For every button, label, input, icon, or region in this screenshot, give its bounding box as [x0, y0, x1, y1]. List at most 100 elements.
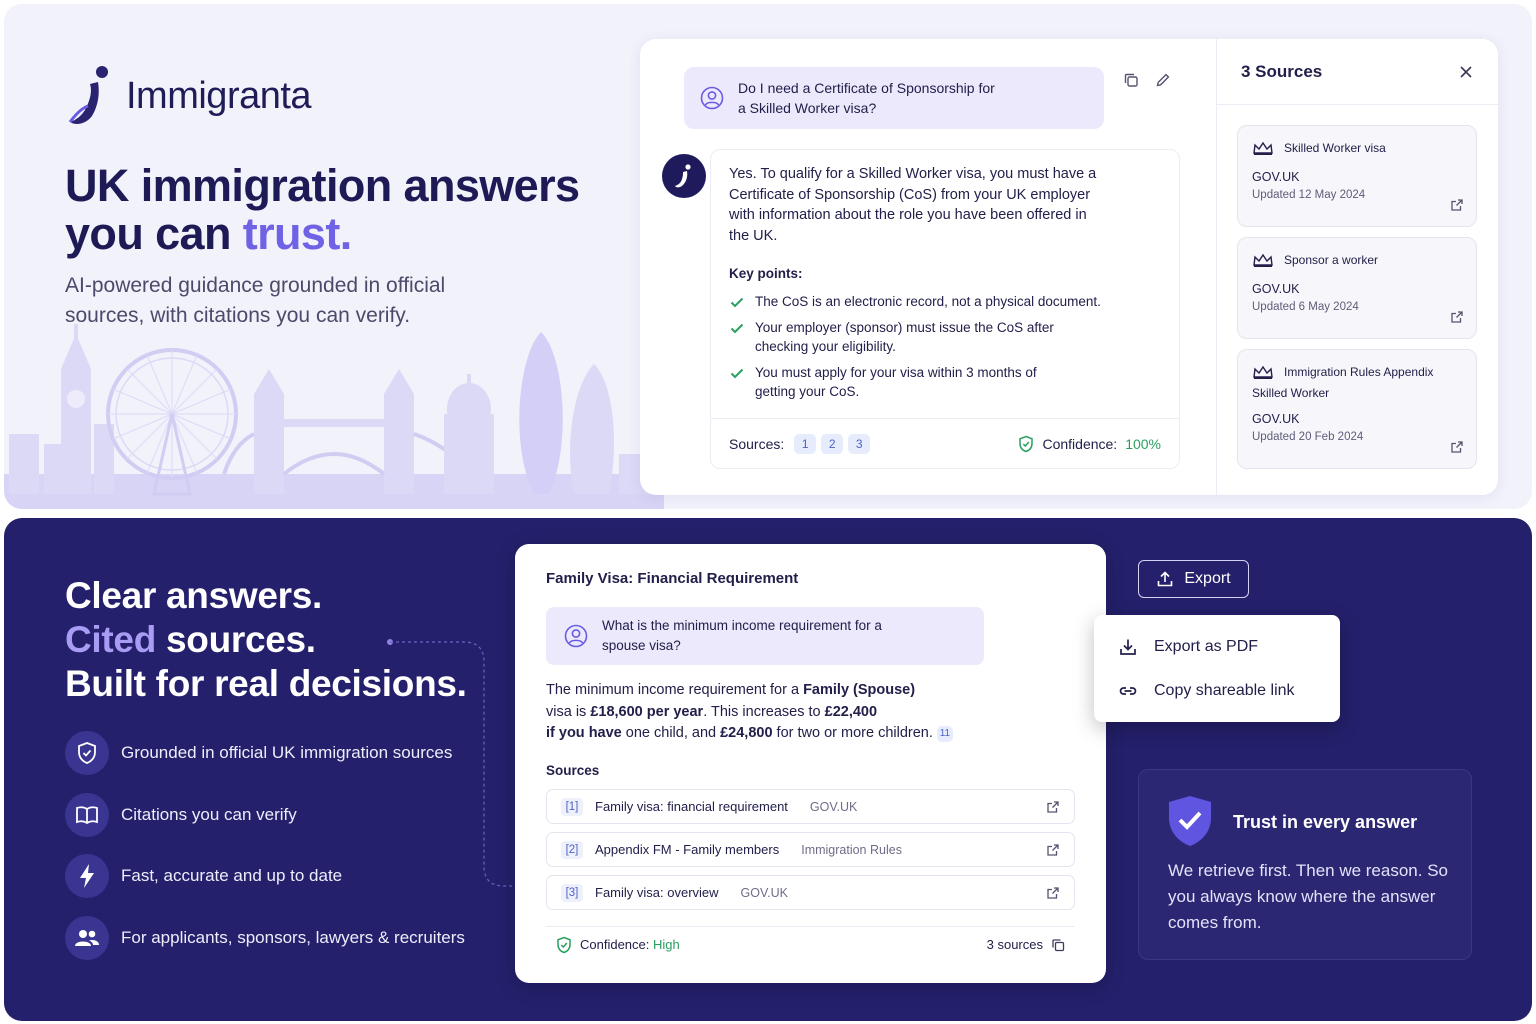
- shield-check-icon: [557, 936, 571, 953]
- source-card-org: GOV.UK: [1252, 170, 1300, 184]
- source-card-updated: Updated 6 May 2024: [1252, 301, 1359, 313]
- user-avatar-icon: [564, 624, 588, 648]
- question-actions: [1122, 71, 1172, 89]
- sources-panel-title: 3 Sources: [1241, 61, 1323, 81]
- features-title-accent: Cited: [65, 619, 157, 660]
- answer-bold: £24,800: [720, 725, 773, 741]
- feature-item: Citations you can verify: [65, 792, 465, 837]
- trust-text: We retrieve first. Then we reason. So yo…: [1168, 861, 1448, 932]
- external-link-icon[interactable]: [1450, 310, 1464, 324]
- feature-item: Grounded in official UK immigration sour…: [65, 731, 465, 775]
- close-icon[interactable]: [1458, 64, 1474, 80]
- feature-item: Fast, accurate and up to date: [65, 854, 465, 898]
- copy-icon: [1052, 938, 1065, 951]
- source-org: Immigration Rules: [801, 842, 902, 857]
- family-source-row-1[interactable]: [1] Family visa: financial requirement G…: [546, 789, 1075, 824]
- answer-bold: £22,400: [824, 703, 878, 720]
- key-point-item: Your employer (sponsor) must issue the C…: [729, 318, 1169, 357]
- export-pdf-menu-item[interactable]: Export as PDF: [1094, 625, 1340, 669]
- menu-item-label: Export as PDF: [1154, 638, 1259, 655]
- key-point-text: Your employer (sponsor) must issue the C…: [755, 319, 1054, 355]
- trust-card: Trust in every answer We retrieve first.…: [1138, 769, 1472, 960]
- shield-check-icon: [1169, 796, 1211, 846]
- feature-icon-wrap: [65, 854, 109, 898]
- feature-label: Citations you can verify: [121, 804, 297, 824]
- source-card-org: GOV.UK: [1252, 412, 1300, 426]
- external-link-icon[interactable]: [1450, 198, 1464, 212]
- feature-icon-wrap: [65, 915, 109, 960]
- source-card-1[interactable]: Skilled Worker visa GOV.UK Updated 12 Ma…: [1237, 125, 1477, 227]
- sources-count-label: 3 sources: [986, 937, 1043, 952]
- citation-chip[interactable]: 11: [936, 725, 953, 742]
- brand-logo-icon: [68, 66, 108, 124]
- source-card-title: Immigration Rules Appendix: [1284, 365, 1434, 379]
- copy-icon[interactable]: [1122, 71, 1140, 89]
- user-avatar-icon: [700, 86, 724, 110]
- download-icon: [1120, 639, 1136, 655]
- link-icon: [1119, 687, 1137, 695]
- answer-part: The minimum income requirement for a: [546, 682, 804, 698]
- external-link-icon[interactable]: [1046, 800, 1060, 814]
- family-card-footer: Confidence: High 3 sources: [546, 926, 1075, 962]
- family-question-text: What is the minimum income requirement f…: [602, 618, 882, 653]
- family-question-bubble: What is the minimum income requirement f…: [546, 607, 984, 665]
- external-link-icon[interactable]: [1450, 440, 1464, 454]
- copy-link-menu-item[interactable]: Copy shareable link: [1094, 669, 1340, 713]
- brand[interactable]: Immigranta: [66, 64, 312, 128]
- source-card-updated: Updated 12 May 2024: [1252, 189, 1366, 201]
- source-card-title-row: Skilled Worker visa: [1252, 140, 1462, 156]
- sources-panel: 3 Sources Skilled Worker visa GOV.UK Upd…: [1216, 39, 1498, 495]
- answer-bold: if you have: [546, 725, 622, 741]
- source-card-title-cont: Skilled Worker: [1252, 386, 1330, 400]
- family-visa-card: Family Visa: Financial Requirement What …: [515, 544, 1106, 983]
- source-card-2[interactable]: Sponsor a worker GOV.UK Updated 6 May 20…: [1237, 237, 1477, 339]
- source-chip-3[interactable]: 3: [848, 434, 871, 454]
- family-source-row-3[interactable]: [3] Family visa: overview GOV.UK: [546, 875, 1075, 910]
- assistant-logo-icon: [675, 164, 691, 188]
- export-button[interactable]: Export: [1138, 560, 1249, 598]
- source-chip-1[interactable]: 1: [794, 434, 817, 454]
- source-name: Appendix FM - Family members: [595, 842, 780, 857]
- source-card-title: Skilled Worker visa: [1284, 141, 1386, 155]
- crown-icon: [1253, 141, 1273, 155]
- key-point-item: The CoS is an electronic record, not a p…: [729, 292, 1169, 312]
- lightning-icon: [80, 864, 94, 888]
- family-card-title: Family Visa: Financial Requirement: [546, 570, 799, 587]
- external-link-icon[interactable]: [1046, 843, 1060, 857]
- book-icon: [76, 805, 98, 824]
- source-name: Family visa: overview: [595, 885, 719, 900]
- check-icon: [730, 297, 744, 308]
- user-question-text: Do I need a Certificate of Sponsorship f…: [738, 80, 995, 116]
- answer-bold: £18,600 per year: [590, 703, 704, 720]
- source-org: GOV.UK: [740, 885, 789, 900]
- key-point-text: The CoS is an electronic record, not a p…: [755, 294, 1101, 309]
- family-sources-label: Sources: [546, 763, 600, 778]
- source-card-title-row: Immigration Rules Appendix: [1252, 364, 1462, 380]
- london-skyline-illustration: [4, 324, 664, 509]
- external-link-icon[interactable]: [1046, 886, 1060, 900]
- source-name: Family visa: financial requirement: [595, 799, 788, 814]
- feature-label: Fast, accurate and up to date: [121, 866, 343, 885]
- shield-icon: [78, 742, 96, 764]
- crown-icon: [1253, 365, 1273, 379]
- source-card-updated: Updated 20 Feb 2024: [1252, 431, 1364, 443]
- source-chip-2[interactable]: 2: [821, 434, 844, 454]
- source-card-3[interactable]: Immigration Rules Appendix Skilled Worke…: [1237, 349, 1477, 469]
- sources-count[interactable]: 3 sources: [987, 937, 1065, 952]
- edit-icon[interactable]: [1154, 71, 1172, 89]
- confidence-value: 100%: [1125, 436, 1161, 452]
- feature-label: Grounded in official UK immigration sour…: [121, 743, 453, 762]
- brand-name: Immigranta: [126, 74, 312, 117]
- feature-icon-wrap: [65, 731, 109, 775]
- feature-item: For applicants, sponsors, lawyers & recr…: [65, 915, 465, 960]
- key-points-list: The CoS is an electronic record, not a p…: [729, 292, 1169, 408]
- answer-footer: Sources: 1 2 3 Confidence: 100%: [711, 418, 1179, 469]
- export-menu: Export as PDF Copy shareable link: [1094, 615, 1340, 722]
- features-title-line1: Clear answers.: [65, 575, 323, 616]
- feature-label: For applicants, sponsors, lawyers & recr…: [121, 927, 465, 947]
- family-source-row-2[interactable]: [2] Appendix FM - Family members Immigra…: [546, 832, 1075, 867]
- answer-part: one child, and: [621, 725, 721, 741]
- hero-title-accent: trust.: [242, 208, 353, 259]
- export-button-label: Export: [1184, 570, 1231, 587]
- sources-panel-header: 3 Sources: [1217, 39, 1498, 105]
